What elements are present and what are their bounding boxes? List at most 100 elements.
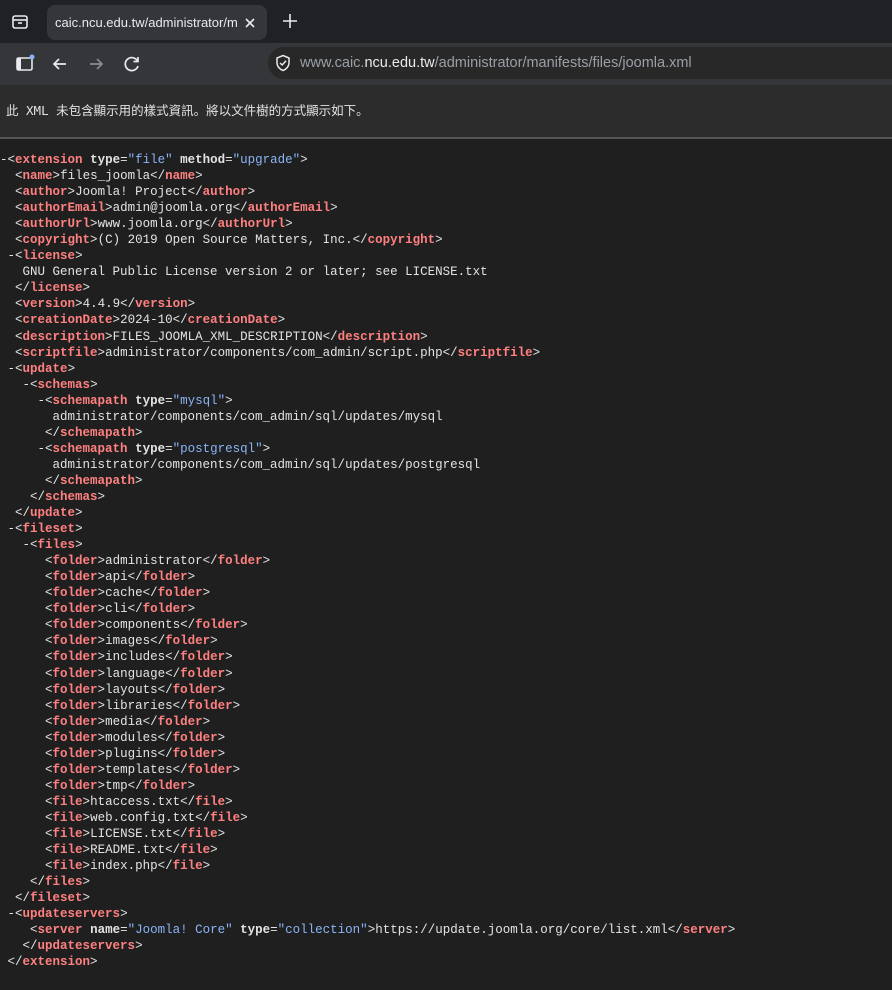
xml-tag: file — [52, 826, 83, 841]
xml-br: > — [225, 393, 233, 408]
xml-line: -<schemapath type="postgresql"> — [0, 441, 892, 457]
xml-br: </ — [180, 794, 196, 809]
xml-tag: folder — [52, 634, 98, 649]
active-tab[interactable]: caic.ncu.edu.tw/administrator/manifests/… — [47, 5, 267, 40]
xml-br: </ — [127, 570, 143, 585]
collapse-toggle[interactable]: - — [8, 249, 16, 263]
xml-br: > — [187, 778, 196, 793]
xml-txt: administrator — [105, 554, 203, 569]
xml-br: > — [97, 746, 106, 761]
xml-br: </ — [157, 730, 173, 745]
xml-txt: https://update.joomla.org/core/list.xml — [375, 923, 668, 938]
collapse-toggle[interactable]: - — [8, 362, 16, 376]
xml-tag: updateservers — [22, 907, 121, 922]
xml-br: > — [727, 923, 736, 938]
back-arrow-icon[interactable] — [50, 54, 70, 74]
xml-tag: author — [22, 185, 68, 200]
forward-arrow-icon[interactable] — [86, 54, 106, 74]
collapse-toggle[interactable]: - — [38, 394, 46, 408]
collapse-toggle[interactable]: - — [23, 538, 31, 552]
xml-txt: administrator/components/com_admin/sql/u… — [52, 409, 443, 424]
url-text[interactable]: www.caic.ncu.edu.tw/administrator/manife… — [300, 55, 692, 71]
xml-br: > — [202, 859, 211, 874]
xml-br: </ — [30, 875, 46, 890]
xml-br: > — [240, 810, 248, 825]
xml-tag: file — [172, 859, 203, 874]
xml-txt: files_joomla — [60, 169, 151, 184]
xml-br: > — [195, 169, 203, 184]
xml-br: > — [97, 554, 106, 569]
collapse-toggle[interactable]: - — [0, 153, 8, 167]
xml-line: </license> — [0, 280, 892, 296]
xml-txt: administrator/components/com_admin/scrip… — [105, 345, 443, 360]
xml-tag: folder — [52, 650, 98, 665]
xml-tag: folder — [52, 666, 98, 681]
xml-br: < — [45, 682, 53, 697]
collapse-toggle[interactable]: - — [8, 522, 16, 536]
xml-tag: files — [37, 538, 76, 553]
tab-search-icon[interactable] — [8, 10, 32, 34]
xml-tag: folder — [52, 730, 98, 745]
xml-line: <folder>cache</folder> — [0, 585, 892, 601]
xml-br: > — [90, 233, 98, 248]
xml-txt: www.joomla.org — [97, 217, 203, 232]
xml-line: -<schemas> — [0, 377, 892, 393]
xml-br: < — [45, 634, 53, 649]
xml-br: </ — [45, 425, 61, 440]
new-tab-plus-icon[interactable] — [280, 11, 300, 31]
xml-tag: version — [135, 297, 188, 312]
xml-tag: folder — [52, 570, 98, 585]
site-info-shield-icon[interactable] — [274, 54, 292, 72]
xml-tag: fileset — [22, 522, 76, 537]
xml-txt — [128, 394, 136, 408]
xml-br: </ — [352, 233, 368, 248]
xml-line: <folder>modules</folder> — [0, 730, 892, 746]
tab-strip: caic.ncu.edu.tw/administrator/manifests/… — [0, 0, 892, 43]
xml-tag: description — [22, 329, 106, 344]
xml-line: <folder>libraries</folder> — [0, 698, 892, 714]
collapse-toggle[interactable]: - — [8, 907, 16, 921]
xml-txt: 2024-10 — [120, 313, 173, 328]
xml-br: > — [232, 698, 241, 713]
xml-line: <folder>templates</folder> — [0, 762, 892, 778]
xml-br: </ — [22, 939, 38, 954]
xml-br: < — [45, 778, 53, 793]
xml-txt: tmp — [105, 778, 128, 793]
xml-tag: folder — [142, 570, 188, 585]
xml-line: -<update> — [0, 361, 892, 377]
xml-line: <folder>layouts</folder> — [0, 682, 892, 698]
xml-br: < — [30, 923, 38, 938]
xml-tag: folder — [142, 602, 188, 617]
xml-br: > — [90, 955, 98, 970]
xml-br: </ — [45, 473, 61, 488]
xml-line: -<fileset> — [0, 521, 892, 537]
xml-line: -<updateservers> — [0, 906, 892, 922]
xml-br: > — [435, 233, 443, 248]
xml-tag: folder — [195, 618, 241, 633]
xml-txt: Joomla! Project — [75, 185, 188, 200]
xml-br: > — [82, 843, 91, 858]
xml-txt: templates — [105, 762, 173, 777]
xml-br: > — [52, 169, 61, 184]
xml-br: > — [330, 201, 338, 216]
reload-icon[interactable] — [122, 54, 142, 74]
xml-br: < — [15, 233, 23, 248]
xml-txt: (C) 2019 Open Source Matters, Inc. — [97, 233, 353, 248]
xml-line: <file>index.php</file> — [0, 858, 892, 874]
xml-val: "Joomla! Core" — [127, 923, 233, 938]
xml-txt — [173, 153, 181, 167]
address-bar[interactable]: www.caic.ncu.edu.tw/administrator/manife… — [268, 47, 892, 79]
collapse-toggle[interactable]: - — [23, 378, 31, 392]
xml-txt: language — [105, 666, 166, 681]
sidebar-toggle-icon[interactable] — [15, 54, 35, 74]
close-tab-icon[interactable] — [241, 14, 259, 32]
collapse-toggle[interactable]: - — [38, 442, 46, 456]
xml-tag: updateservers — [37, 939, 136, 954]
xml-br: </ — [120, 297, 136, 312]
xml-tag: folder — [52, 746, 98, 761]
tab-title: caic.ncu.edu.tw/administrator/manifests/… — [55, 15, 238, 30]
xml-tag: folder — [187, 698, 233, 713]
xml-br: > — [210, 843, 218, 858]
xml-line: <copyright>(C) 2019 Open Source Matters,… — [0, 232, 892, 248]
xml-txt — [83, 923, 91, 937]
